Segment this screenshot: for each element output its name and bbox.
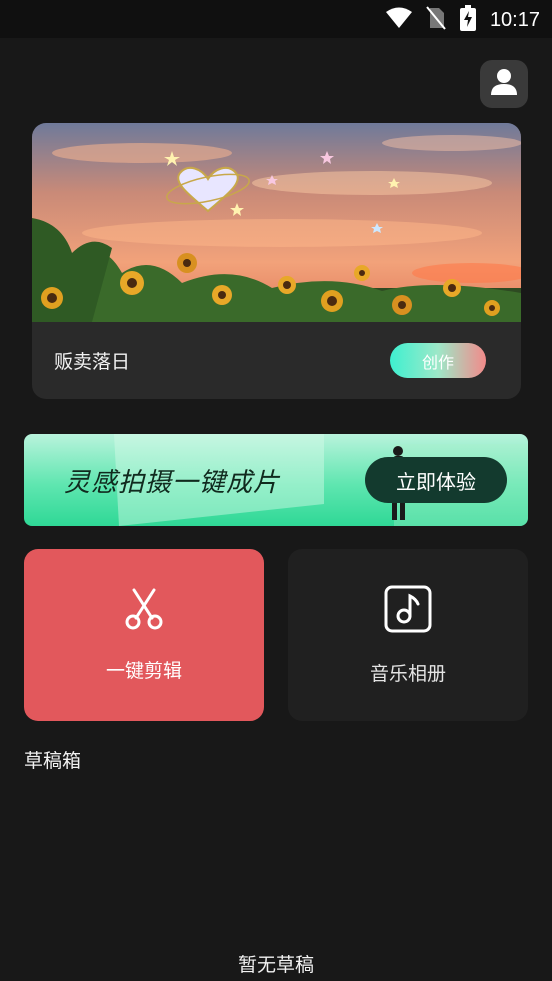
music-note-icon <box>384 585 432 637</box>
promo-banner[interactable]: 灵感拍摄一键成片 立即体验 <box>24 434 528 526</box>
one-click-edit-tile[interactable]: 一键剪辑 <box>24 549 264 721</box>
music-album-label: 音乐相册 <box>369 662 446 685</box>
battery-charging-icon <box>459 5 476 35</box>
sunset-sunflower-image <box>32 123 521 322</box>
profile-button[interactable] <box>480 60 528 108</box>
create-button[interactable]: 创作 <box>390 343 486 378</box>
status-time: 10:17 <box>489 8 540 31</box>
status-bar: 10:17 <box>0 0 552 38</box>
music-album-tile[interactable]: 音乐相册 <box>288 549 528 721</box>
wifi-icon <box>385 7 412 33</box>
drafts-title: 草稿箱 <box>24 750 82 772</box>
one-click-edit-label: 一键剪辑 <box>105 659 182 682</box>
template-card[interactable]: 贩卖落日 创作 <box>32 123 521 399</box>
status-icons: 10:17 <box>385 5 540 35</box>
scissors-icon <box>124 588 164 634</box>
banner-slogan: 灵感拍摄一键成片 <box>64 468 281 498</box>
template-title: 贩卖落日 <box>54 351 131 373</box>
no-sim-icon <box>426 6 446 34</box>
user-icon <box>491 68 517 100</box>
drafts-empty-text: 暂无草稿 <box>237 954 314 976</box>
try-now-button[interactable]: 立即体验 <box>365 457 507 503</box>
